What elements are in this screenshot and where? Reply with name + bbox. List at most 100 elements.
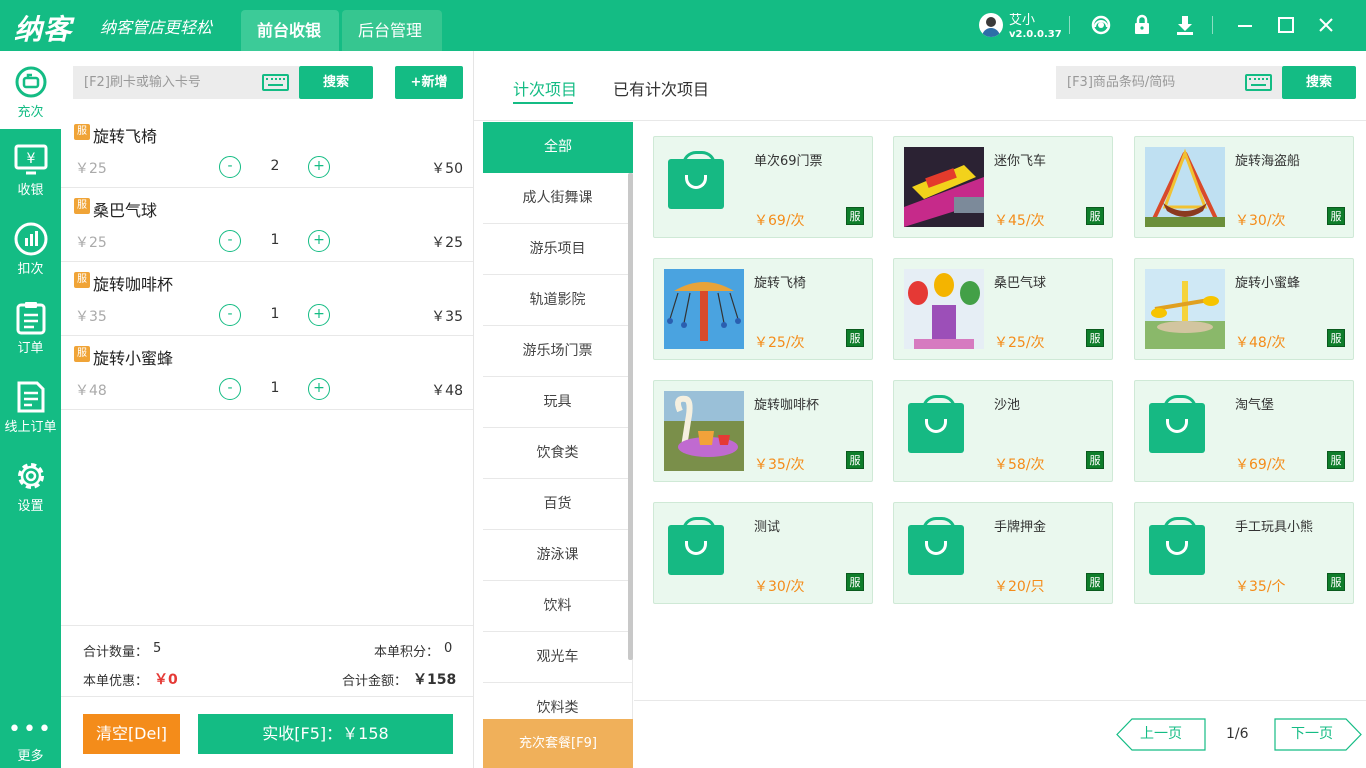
service-badge: 服 (1327, 573, 1345, 591)
next-page-button[interactable]: 下一页 (1274, 718, 1350, 751)
cart-item[interactable]: 服 旋转飞椅 ￥25 - 2 + ￥50 (61, 114, 473, 188)
card-search-button[interactable]: 搜索 (299, 66, 373, 99)
checkout-button[interactable]: 实收[F5]：￥158 (198, 714, 453, 754)
product-card[interactable]: 单次69门票 ￥69/次 服 (653, 136, 873, 238)
product-price: ￥69/次 (1235, 457, 1286, 473)
sidebar-item-label: 扣次 (17, 262, 44, 277)
product-card[interactable]: 沙池 ￥58/次 服 (893, 380, 1113, 482)
clear-cart-button[interactable]: 清空[Del] (83, 714, 180, 754)
user-name[interactable]: 艾小 (1009, 9, 1035, 28)
cart-panel: [F2]刷卡或输入卡号 搜索 +新增 服 旋转飞椅 ￥25 - 2 + ￥50 … (61, 51, 474, 768)
active-tab-indicator (513, 102, 573, 104)
discount-label: 本单优惠： (83, 674, 149, 689)
minimize-icon[interactable] (1233, 13, 1257, 37)
download-icon[interactable] (1173, 13, 1197, 37)
increase-qty-button[interactable]: + (308, 304, 330, 326)
sidebar-item-cashier[interactable]: ¥ 收银 (0, 129, 61, 207)
divider (1069, 16, 1070, 34)
lock-icon[interactable] (1130, 13, 1154, 37)
category-item[interactable]: 全部 (483, 122, 633, 173)
shopping-bag-icon (908, 395, 964, 453)
sidebar-item-orders[interactable]: 订单 (0, 287, 61, 365)
maximize-icon[interactable] (1274, 13, 1298, 37)
cart-item-qty[interactable]: 2 (261, 158, 289, 174)
sidebar-item-deduct[interactable]: 扣次 (0, 208, 61, 286)
top-bar: 纳客 纳客管店更轻松 前台收银 后台管理 艾小 v2.0.0.37 (0, 0, 1366, 51)
product-price: ￥25/次 (754, 335, 805, 351)
product-card[interactable]: 测试 ￥30/次 服 (653, 502, 873, 604)
product-price: ￥25/次 (994, 335, 1045, 351)
increase-qty-button[interactable]: + (308, 156, 330, 178)
tab-back-office[interactable]: 后台管理 (342, 10, 442, 51)
category-item[interactable]: 轨道影院 (483, 275, 633, 326)
tab-front-cashier[interactable]: 前台收银 (241, 10, 339, 51)
sidebar-item-label: 充次 (17, 105, 44, 120)
cart-item-qty[interactable]: 1 (261, 380, 289, 396)
decrease-qty-button[interactable]: - (219, 230, 241, 252)
product-card[interactable]: 旋转咖啡杯 ￥35/次 服 (653, 380, 873, 482)
product-search-input[interactable]: [F3]商品条码/简码 (1056, 66, 1282, 99)
category-item[interactable]: 玩具 (483, 377, 633, 428)
cart-item[interactable]: 服 旋转小蜜蜂 ￥48 - 1 + ￥48 (61, 336, 473, 410)
sidebar-item-recharge-times[interactable]: 充次 (0, 51, 61, 129)
category-list: 全部 成人街舞课 游乐项目 轨道影院 游乐场门票 玩具 饮食类 百货 游泳课 饮… (483, 122, 633, 768)
sidebar-item-online-orders[interactable]: 线上订单 (0, 366, 61, 444)
product-price: ￥35/次 (754, 457, 805, 473)
cart-item-name: 旋转小蜜蜂 (93, 349, 174, 368)
recharge-package-button[interactable]: 充次套餐[F9] (483, 719, 633, 768)
service-badge: 服 (1327, 207, 1345, 225)
decrease-qty-button[interactable]: - (219, 304, 241, 326)
keyboard-icon[interactable] (1245, 74, 1272, 91)
decrease-qty-button[interactable]: - (219, 156, 241, 178)
prev-page-button[interactable]: 上一页 (1116, 718, 1206, 751)
service-badge: 服 (1086, 451, 1104, 469)
cart-item[interactable]: 服 旋转咖啡杯 ￥35 - 1 + ￥35 (61, 262, 473, 336)
product-card[interactable]: 旋转海盗船 ￥30/次 服 (1134, 136, 1354, 238)
category-item[interactable]: 游乐项目 (483, 224, 633, 275)
product-photo-samba-balloon (904, 269, 984, 349)
product-card[interactable]: 桑巴气球 ￥25/次 服 (893, 258, 1113, 360)
category-item[interactable]: 成人街舞课 (483, 173, 633, 224)
tab-count-items[interactable]: 计次项目 (513, 76, 577, 100)
category-item[interactable]: 饮料 (483, 581, 633, 632)
category-item[interactable]: 饮食类 (483, 428, 633, 479)
category-item[interactable]: 百货 (483, 479, 633, 530)
product-card[interactable]: 淘气堡 ￥69/次 服 (1134, 380, 1354, 482)
cart-item-qty[interactable]: 1 (261, 232, 289, 248)
service-badge: 服 (1086, 329, 1104, 347)
keyboard-icon[interactable] (262, 74, 289, 91)
increase-qty-button[interactable]: + (308, 230, 330, 252)
tab-existing-count-items[interactable]: 已有计次项目 (613, 76, 709, 100)
product-card[interactable]: 旋转飞椅 ￥25/次 服 (653, 258, 873, 360)
decrease-qty-button[interactable]: - (219, 378, 241, 400)
sidebar-more[interactable]: ••• 更多 (0, 719, 61, 765)
product-card[interactable]: 手工玩具小熊 ￥35/个 服 (1134, 502, 1354, 604)
product-price: ￥35/个 (1235, 579, 1286, 595)
cart-item[interactable]: 服 桑巴气球 ￥25 - 1 + ￥25 (61, 188, 473, 262)
product-card[interactable]: 手牌押金 ￥20/只 服 (893, 502, 1113, 604)
increase-qty-button[interactable]: + (308, 378, 330, 400)
product-card[interactable]: 旋转小蜜蜂 ￥48/次 服 (1134, 258, 1354, 360)
close-icon[interactable] (1314, 13, 1338, 37)
category-item[interactable]: 游乐场门票 (483, 326, 633, 377)
product-card[interactable]: 迷你飞车 ￥45/次 服 (893, 136, 1113, 238)
gear-icon (18, 463, 44, 489)
card-search-input[interactable]: [F2]刷卡或输入卡号 (73, 66, 299, 99)
add-member-button[interactable]: +新增 (395, 66, 463, 99)
product-name: 单次69门票 (754, 154, 823, 169)
service-badge: 服 (846, 451, 864, 469)
category-scrollbar[interactable] (628, 173, 633, 660)
sidebar-item-settings[interactable]: 设置 (0, 445, 61, 523)
category-item[interactable]: 观光车 (483, 632, 633, 683)
category-item[interactable]: 游泳课 (483, 530, 633, 581)
divider (1212, 16, 1213, 34)
avatar[interactable] (979, 13, 1003, 37)
product-search-button[interactable]: 搜索 (1282, 66, 1356, 99)
app-version: v2.0.0.37 (1009, 29, 1062, 40)
shopping-bag-icon (908, 517, 964, 575)
support-icon[interactable] (1089, 13, 1113, 37)
sidebar: 充次 ¥ 收银 扣次 订单 线上订单 设置 ••• 更多 (0, 51, 61, 768)
product-name: 测试 (754, 520, 781, 535)
cart-item-qty[interactable]: 1 (261, 306, 289, 322)
amount-label: 合计金额： (342, 674, 408, 689)
